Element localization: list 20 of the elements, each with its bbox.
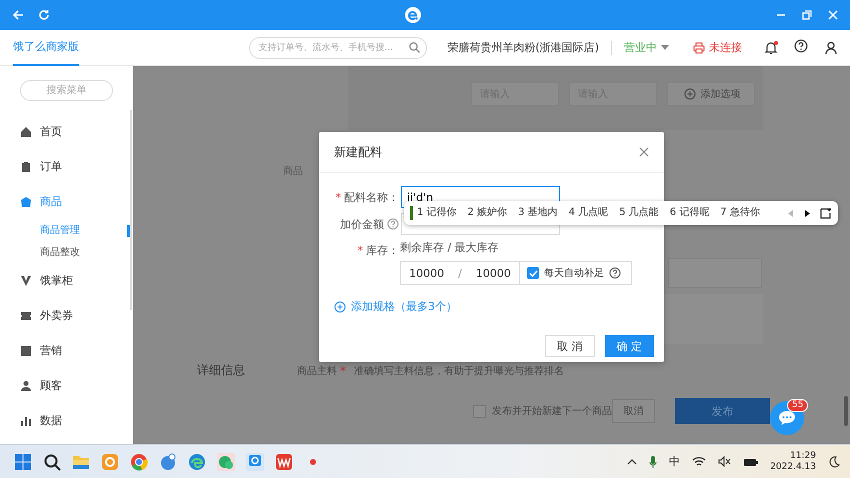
required-mark: * xyxy=(336,190,341,204)
max-stock: 10000 xyxy=(476,266,511,280)
field-label: 商品主料 xyxy=(297,364,337,378)
dialog-title: 新建配料 xyxy=(334,144,382,160)
checkbox-label: 每天自动补足 xyxy=(544,266,604,280)
section-title: 详细信息 xyxy=(197,362,246,379)
required-mark: * xyxy=(340,364,346,378)
separator: / xyxy=(458,266,462,280)
store-name: 荣膳荷贵州羊肉粉(浙港国际店) xyxy=(447,40,599,55)
time-text: 11:29 xyxy=(790,450,816,462)
remaining-stock: 10000 xyxy=(409,266,444,280)
required-mark: * xyxy=(358,244,363,257)
field-hint: 准确填写主料信息，有助于提升曝光与推荐排名 xyxy=(354,364,564,378)
stock-caption: 剩余库存 / 最大库存 xyxy=(400,240,499,255)
checkbox-label: 发布并开始新建下一个商品 xyxy=(492,404,612,418)
field-label: 加价金额 xyxy=(340,216,384,232)
field-label: 配料名称： xyxy=(344,190,399,204)
unread-badge: 55 xyxy=(787,399,808,412)
field-label: 库存： xyxy=(366,243,399,258)
date-text: 2022.4.13 xyxy=(770,462,816,472)
